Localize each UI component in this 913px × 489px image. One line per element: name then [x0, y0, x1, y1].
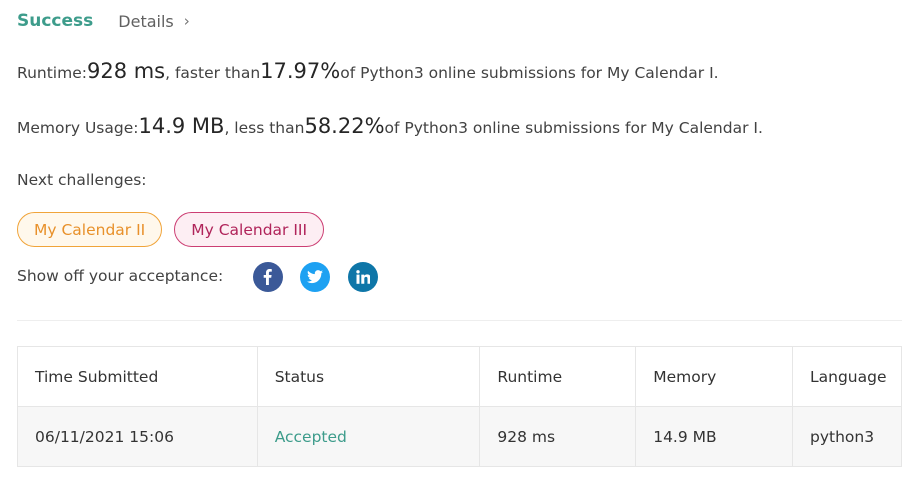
runtime-label: Runtime:	[17, 64, 87, 82]
cell-time-submitted: 06/11/2021 15:06	[17, 406, 258, 467]
chevron-right-icon: ›	[183, 12, 190, 30]
memory-mid-text: , less than	[224, 119, 305, 137]
header-status: Status	[256, 346, 481, 407]
memory-summary: Memory Usage: 14.9 MB , less than 58.22%…	[17, 114, 763, 138]
cell-memory: 14.9 MB	[635, 406, 794, 467]
twitter-icon[interactable]	[300, 262, 330, 292]
share-label: Show off your acceptance:	[17, 267, 224, 285]
runtime-mid-text: , faster than	[165, 64, 261, 82]
memory-percent: 58.22%	[304, 114, 385, 138]
memory-value: 14.9 MB	[138, 114, 225, 138]
submissions-table: Time Submitted Status Runtime Memory Lan…	[17, 346, 902, 467]
header-memory: Memory	[635, 346, 794, 407]
facebook-icon[interactable]	[253, 262, 283, 292]
next-challenges-list: My Calendar II My Calendar III	[17, 212, 325, 247]
success-title: Success	[17, 11, 94, 31]
linkedin-icon[interactable]	[348, 262, 378, 292]
next-challenges-label: Next challenges:	[17, 171, 147, 189]
runtime-value: 928 ms	[86, 59, 166, 83]
cell-language: python3	[792, 406, 902, 467]
memory-suffix: of Python3 online submissions for My Cal…	[384, 119, 763, 137]
details-label: Details	[118, 11, 174, 31]
header-time-submitted: Time Submitted	[17, 346, 258, 407]
table-row: 06/11/2021 15:06 Accepted 928 ms 14.9 MB…	[17, 406, 902, 467]
memory-label: Memory Usage:	[17, 119, 139, 137]
header-language: Language	[792, 346, 902, 407]
challenge-my-calendar-iii[interactable]: My Calendar III	[174, 212, 325, 247]
runtime-summary: Runtime: 928 ms , faster than 17.97% of …	[17, 59, 719, 83]
header-runtime: Runtime	[479, 346, 637, 407]
cell-status: Accepted	[256, 406, 481, 467]
details-link[interactable]: Details ›	[118, 12, 189, 31]
result-header: Success Details ›	[17, 9, 190, 33]
submission-result-page: Success Details › Runtime: 928 ms , fast…	[0, 0, 913, 489]
status-accepted-link[interactable]: Accepted	[275, 428, 347, 446]
cell-runtime: 928 ms	[479, 406, 637, 467]
runtime-suffix: of Python3 online submissions for My Cal…	[340, 64, 719, 82]
runtime-percent: 17.97%	[260, 59, 341, 83]
challenge-my-calendar-ii[interactable]: My Calendar II	[17, 212, 163, 247]
section-divider	[17, 320, 902, 321]
table-header-row: Time Submitted Status Runtime Memory Lan…	[17, 346, 902, 407]
